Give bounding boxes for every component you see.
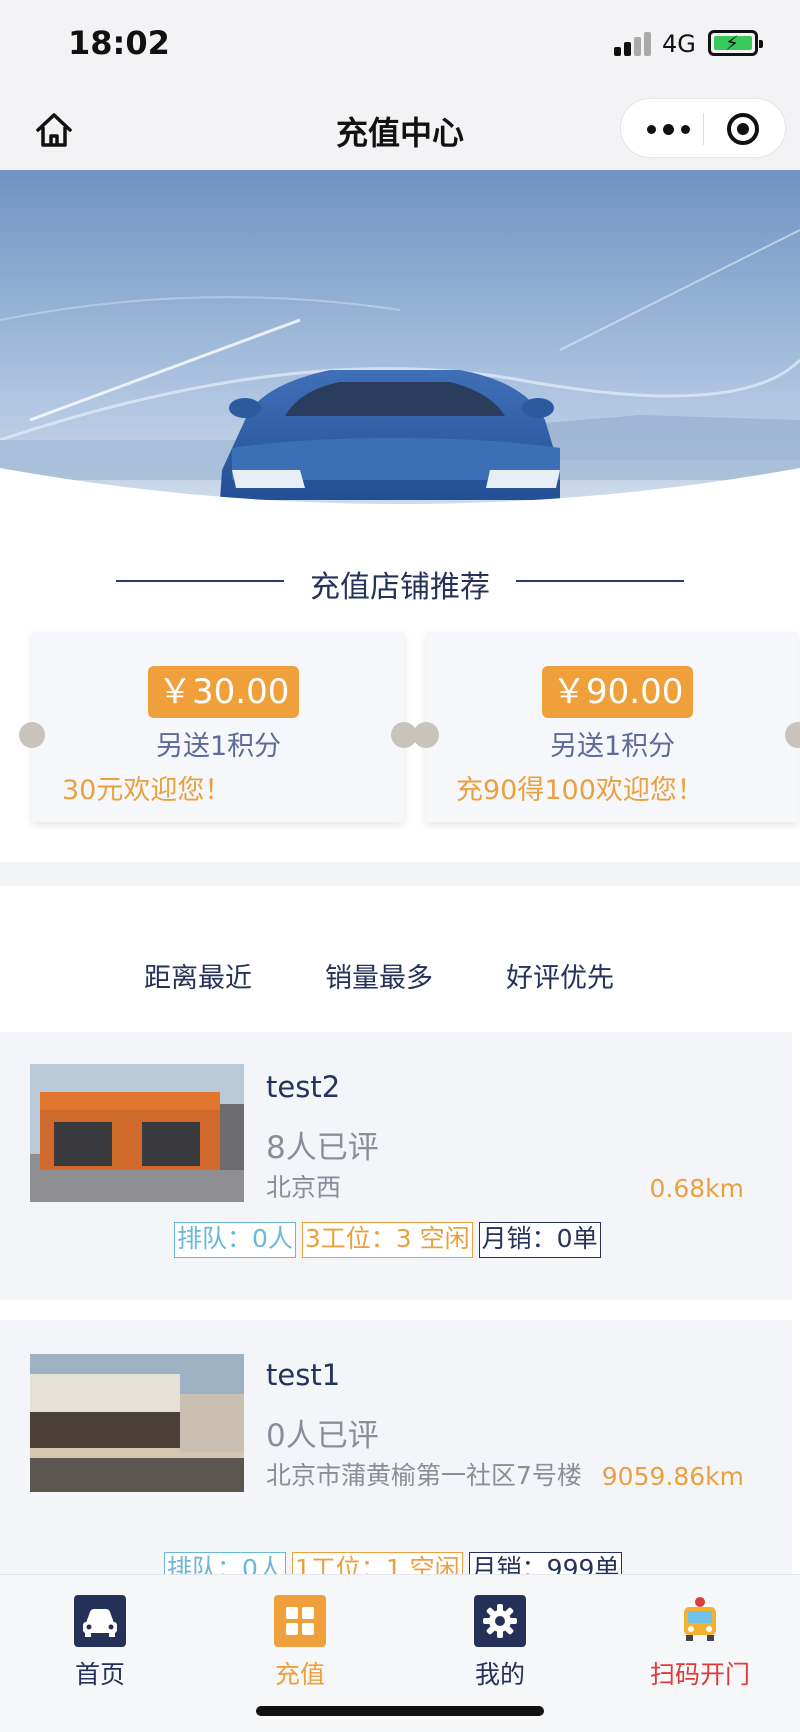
station-tag: 3工位：3 空闲 [301, 1222, 473, 1258]
status-bar: 18:02 4G ⚡ [0, 0, 800, 88]
section-divider [0, 862, 800, 886]
network-type: 4G [662, 30, 696, 58]
ticket-notch [19, 722, 45, 748]
ticket-notch [785, 722, 800, 748]
store-photo [30, 1064, 244, 1202]
store-name: test2 [266, 1070, 341, 1104]
ticket-notch [413, 722, 439, 748]
store-card[interactable]: test2 8人已评 北京西 0.68km 排队：0人 3工位：3 空闲 月销：0单 [0, 1032, 792, 1300]
capsule-divider [703, 113, 704, 145]
sort-tab-nearest[interactable]: 距离最近 [144, 956, 252, 995]
promo-price: ￥90.00 [542, 666, 694, 718]
promo-bonus: 另送1积分 [550, 731, 676, 762]
promo-card[interactable]: ￥90.00 另送1积分 充90得100欢迎您！ [413, 632, 800, 822]
status-time: 18:02 [68, 24, 170, 62]
store-address: 北京市蒲黄榆第一社区7号楼 [266, 1461, 582, 1490]
gear-icon [474, 1595, 526, 1647]
store-name: test1 [266, 1358, 341, 1392]
nav-bar: 充值中心 [0, 88, 800, 170]
scan-car-icon [674, 1595, 726, 1647]
sort-tab-top-rated[interactable]: 好评优先 [506, 956, 614, 995]
store-tags: 排队：0人 3工位：3 空闲 月销：0单 [174, 1222, 607, 1258]
tab-recharge[interactable]: 充值 [240, 1589, 360, 1689]
store-distance: 9059.86km [601, 1462, 744, 1491]
sort-tab-best-selling[interactable]: 销量最多 [325, 956, 433, 995]
battery-icon: ⚡ [708, 30, 763, 56]
tab-mine[interactable]: 我的 [440, 1589, 560, 1689]
tab-label: 首页 [74, 1660, 125, 1689]
card-gap [0, 1300, 800, 1320]
store-photo [30, 1354, 244, 1492]
promo-desc: 充90得100欢迎您！ [456, 775, 704, 806]
home-indicator [256, 1706, 544, 1716]
section-header: 充值店铺推荐 [0, 556, 800, 606]
sort-tabs: 距离最近 销量最多 好评优先 [0, 886, 800, 1032]
store-rating-count: 0人已评 [266, 1418, 379, 1454]
store-rating-count: 8人已评 [266, 1130, 379, 1166]
tab-label: 充值 [274, 1660, 325, 1689]
queue-tag: 排队：0人 [174, 1222, 296, 1258]
section-line-right [516, 580, 684, 582]
tab-home[interactable]: 首页 [40, 1589, 160, 1689]
promo-bonus: 另送1积分 [156, 731, 282, 762]
car-icon [74, 1595, 126, 1647]
store-distance: 0.68km [649, 1174, 745, 1203]
tab-scan-open[interactable]: 扫码开门 [640, 1589, 760, 1689]
store-address: 北京西 [266, 1173, 342, 1202]
promo-carousel: ￥30.00 另送1积分 30元欢迎您！ ￥90.00 另送1积分 充90得10… [0, 620, 800, 860]
promo-desc: 30元欢迎您！ [62, 775, 232, 806]
tab-label: 我的 [474, 1660, 525, 1689]
more-icon[interactable] [643, 115, 703, 143]
promo-price: ￥30.00 [148, 666, 300, 718]
promo-card[interactable]: ￥30.00 另送1积分 30元欢迎您！ [19, 632, 417, 822]
close-miniprogram-icon[interactable] [727, 113, 759, 145]
tab-label: 扫码开门 [649, 1660, 750, 1689]
section-title: 充值店铺推荐 [310, 570, 490, 605]
store-card[interactable]: test1 0人已评 北京市蒲黄榆第一社区7号楼 9059.86km 排队：0人… [0, 1320, 792, 1588]
sales-tag: 月销：0单 [478, 1222, 601, 1258]
hero-banner [0, 170, 800, 542]
grid-icon [274, 1595, 326, 1647]
signal-icon [614, 30, 654, 56]
mini-program-capsule [620, 98, 786, 158]
